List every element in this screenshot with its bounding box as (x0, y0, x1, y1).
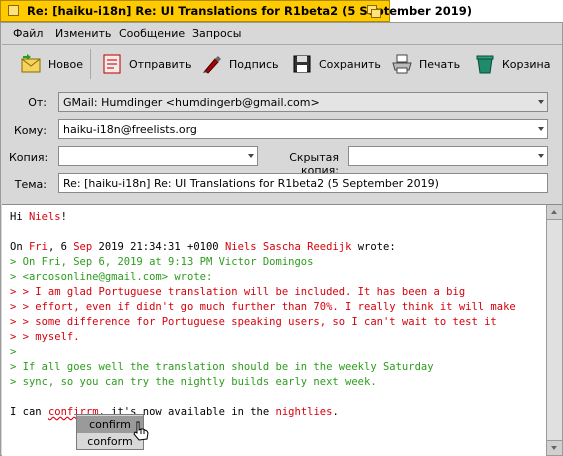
signature-button[interactable]: Подпись (201, 51, 278, 77)
trash-button-label: Корзина (502, 57, 551, 71)
chevron-down-icon (538, 100, 544, 104)
quote-line: > <arcosonline@gmail.com> wrote: (10, 271, 213, 283)
new-button-label: Новое (48, 57, 83, 71)
scroll-down-button[interactable] (547, 440, 562, 455)
pen-icon (203, 56, 221, 74)
quote-line: > > some difference for Portuguese speak… (10, 316, 497, 328)
body-line: I can confirrm, it's now available in th… (10, 406, 339, 418)
chevron-down-icon (538, 154, 544, 158)
quote-line: > > effort, even if didn't go much furth… (10, 301, 516, 313)
toolbar: Новое Отправить Подпись Сохранить Печать… (2, 45, 562, 83)
cc-label: Копия: (9, 151, 49, 164)
chevron-down-icon (248, 154, 254, 158)
menu-edit[interactable]: Изменить (55, 27, 111, 40)
printer-icon (392, 54, 412, 74)
window-title-tab[interactable]: Re: [haiku-i18n] Re: UI Translations for… (0, 0, 472, 22)
mail-window: Файл Изменить Сообщение Запросы Новое От… (0, 22, 563, 456)
chevron-down-icon (538, 127, 544, 131)
quote-line: > If all goes well the translation shoul… (10, 361, 434, 373)
zoom-icon[interactable] (367, 5, 381, 18)
new-mail-icon (21, 54, 41, 73)
save-button-label: Сохранить (319, 57, 381, 71)
print-button[interactable]: Печать (391, 51, 460, 77)
window-title: Re: [haiku-i18n] Re: UI Translations for… (27, 4, 472, 18)
quote-line: > sync, so you can try the nightly build… (10, 376, 377, 388)
quote-line: > > myself. (10, 331, 80, 343)
quote-line: > > I am glad Portuguese translation wil… (10, 286, 466, 298)
bcc-dropdown[interactable] (536, 147, 547, 165)
scroll-up-button[interactable] (547, 205, 562, 220)
subject-value: Re: [haiku-i18n] Re: UI Translations for… (63, 177, 439, 190)
floppy-icon (293, 55, 311, 73)
save-button[interactable]: Сохранить (291, 51, 381, 77)
to-label: Кому: (13, 124, 47, 137)
trash-button[interactable]: Корзина (474, 51, 550, 77)
send-button-label: Отправить (129, 57, 192, 71)
quote-line: > On Fri, Sep 6, 2019 at 9:13 PM Victor … (10, 256, 314, 268)
menu-message[interactable]: Сообщение (119, 27, 185, 40)
from-label: От: (28, 96, 47, 109)
cc-field[interactable] (58, 146, 258, 166)
subject-label: Тема: (14, 178, 47, 191)
subject-field[interactable]: Re: [haiku-i18n] Re: UI Translations for… (58, 173, 548, 193)
send-icon (103, 54, 121, 74)
hand-cursor-icon (133, 421, 149, 441)
menu-queries[interactable]: Запросы (192, 27, 241, 40)
vertical-scrollbar[interactable] (546, 204, 562, 455)
quote-line: > (10, 346, 17, 358)
to-value: haiku-i18n@freelists.org (63, 123, 197, 136)
bcc-field[interactable] (348, 146, 548, 166)
from-value: GMail: Humdinger <humdingerb@gmail.com> (63, 96, 320, 109)
send-button[interactable]: Отправить (101, 51, 192, 77)
from-dropdown[interactable] (536, 93, 547, 111)
signature-button-label: Подпись (229, 57, 279, 71)
menu-file[interactable]: Файл (13, 27, 43, 40)
body-line: Hi Niels! (10, 211, 67, 223)
menu-bar: Файл Изменить Сообщение Запросы (2, 23, 562, 45)
close-icon[interactable] (8, 5, 19, 16)
print-button-label: Печать (419, 57, 461, 71)
toolbar-separator (90, 49, 91, 79)
to-field[interactable]: haiku-i18n@freelists.org (58, 119, 548, 139)
chevron-down-icon (551, 446, 557, 450)
chevron-up-icon (551, 210, 557, 214)
body-line: On Fri, 6 Sep 2019 21:34:31 +0100 Niels … (10, 241, 396, 253)
trash-icon (476, 55, 494, 74)
cc-dropdown[interactable] (246, 147, 257, 165)
new-button[interactable]: Новое (20, 51, 83, 77)
to-dropdown[interactable] (536, 120, 547, 138)
from-field[interactable]: GMail: Humdinger <humdingerb@gmail.com> (58, 92, 548, 112)
